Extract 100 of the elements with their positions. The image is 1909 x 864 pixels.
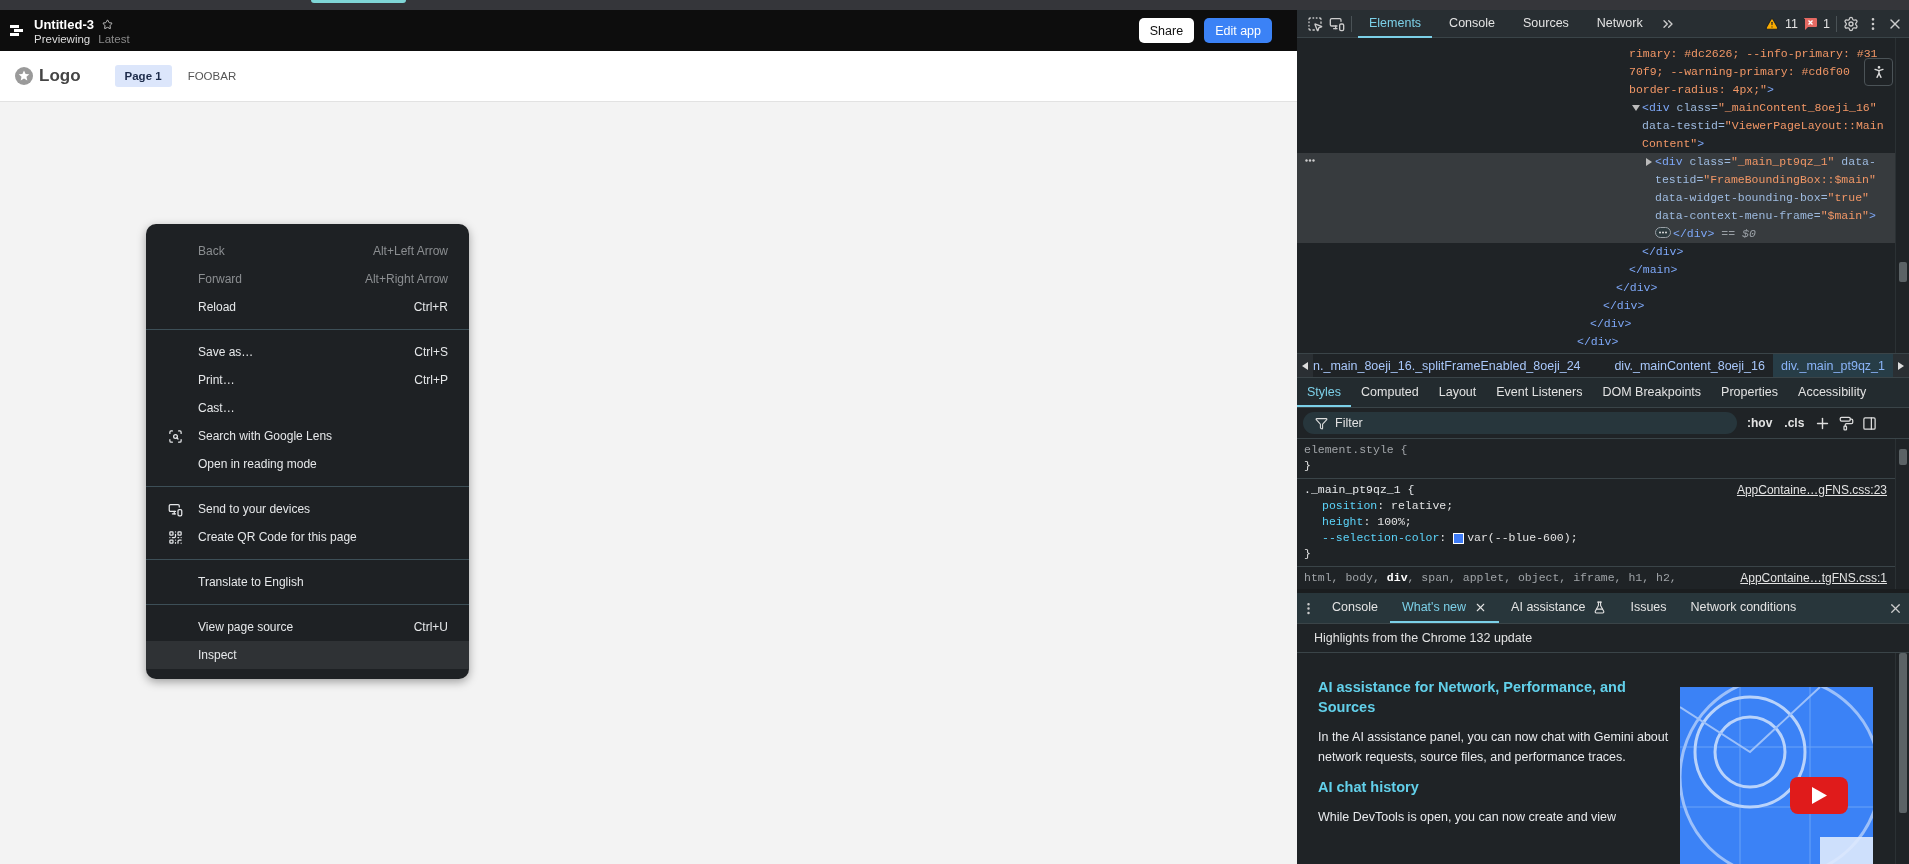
shortcut-text: Alt+Left Arrow [372,244,448,258]
css-brace: } [1304,458,1312,474]
filter-icon [1315,417,1328,430]
css-selector: ._main_pt9qz_1 { [1304,482,1416,498]
filter-field[interactable]: Filter [1303,412,1737,434]
breadcrumb[interactable]: n._main_8oeji_16._splitFrameEnabled_8oeji_24 [1313,354,1607,377]
menu-item[interactable]: Send to your devices [146,495,469,523]
page-tab[interactable]: Page 1 [114,65,172,87]
paint-roller-icon[interactable] [1839,415,1855,431]
qr-code-icon [168,529,183,545]
scrollbar[interactable] [1895,653,1909,864]
code-line: </main> [1629,262,1678,278]
menu-item[interactable]: Print… Ctrl+P [146,366,469,394]
css-selector: element.style { [1304,442,1409,458]
warning-icon [1765,16,1780,31]
shortcut-text: Ctrl+R [413,300,448,314]
triangle-down-icon[interactable] [1632,104,1640,112]
css-declaration: --selection-color: var(--blue-600); [1321,530,1579,546]
inspect-icon[interactable] [1307,15,1323,32]
triangle-left-icon [1302,361,1308,370]
paragraph: In the AI assistance panel, you can now chat with Gemini about network requests, source files, and performance traces. [1318,729,1670,766]
section-heading: AI chat history [1318,778,1420,797]
element-node-row[interactable]: rimary: #dc2626; --info-primary: #31 70f9; --warning-primary: #cd6f00 border-radius: 4px;"> [1297,45,1895,99]
code-line: data-testid="ViewerPageLayout::Main [1642,118,1884,134]
triangle-right-icon[interactable] [1645,158,1653,166]
drawer-tab[interactable]: Network conditions [1678,593,1809,623]
drawer-tab[interactable]: Console [1320,593,1390,623]
panel-tab[interactable]: Sources [1512,9,1580,38]
sidebar-tab[interactable]: Computed [1351,378,1429,407]
settings-icon[interactable] [1843,15,1859,32]
sidebar-toggle-icon[interactable] [1862,415,1878,431]
menu-item[interactable]: Search with Google Lens [146,422,469,450]
menu-item[interactable]: View page source Ctrl+U [146,613,469,641]
source-link[interactable]: AppContaine…tgFNS.css:1 [1740,570,1887,586]
shortcut-text: Ctrl+U [413,620,448,634]
sidebar-tab[interactable]: Styles [1297,378,1352,407]
css-declaration: position: relative; [1321,498,1455,514]
code-line: </div> [1616,280,1658,296]
app-status: Previewing [34,32,91,45]
scrollbar[interactable] [1895,38,1909,353]
device-toolbar-icon[interactable] [1329,15,1345,32]
scroll-right-button[interactable] [1893,354,1909,377]
toggle-button[interactable]: .cls [1782,416,1807,430]
menu-item[interactable]: Create QR Code for this page [146,523,469,551]
logo-text: Logo [39,66,81,86]
menu-item[interactable]: Reload Ctrl+R [146,293,469,321]
page-tab[interactable]: FOOBAR [177,65,247,87]
edit-button[interactable]: Edit app [1204,18,1272,43]
error-count: 1 [1823,16,1830,31]
devices-icon [168,501,183,517]
sidebar-tab[interactable]: Event Listeners [1486,378,1593,407]
toggle-button[interactable]: :hov [1745,416,1775,430]
share-button[interactable]: Share [1138,18,1195,43]
shortcut-text: Alt+Right Arrow [364,272,448,286]
element-node-row[interactable]: <div class="_main_pt9qz_1" data- testid="FrameBoundingBox::$main" data-widget-bounding-box="true" data-context-menu-frame="$main"> </div> == $0 [1297,153,1895,243]
menu-item[interactable]: Inspect [146,641,469,669]
sidebar-tab[interactable]: Layout [1428,378,1487,407]
css-selector: html, body, div, span, applet, object, iframe, h1, h2, [1304,570,1678,586]
lens-icon [168,428,183,444]
code-line: Content"> [1642,136,1705,152]
breadcrumb[interactable]: div._main_pt9qz_1 [1773,354,1893,377]
code-line: </div> [1590,316,1632,332]
section-heading: AI assistance for Network, Performance, and Sources [1318,678,1627,717]
code-line: rimary: #dc2626; --info-primary: #31 [1629,46,1878,62]
code-line: <div class="_main_pt9qz_1" data- [1655,153,1876,171]
flask-icon [1593,600,1607,614]
panel-tab[interactable]: Console [1438,9,1506,38]
paragraph: While DevTools is open, you can now create and view [1318,809,1618,826]
drawer-tab[interactable]: What's new [1389,593,1500,623]
sidebar-tab[interactable]: DOM Breakpoints [1592,378,1712,407]
code-line: <div class="_mainContent_8oeji_16" [1642,99,1877,117]
sidebar-tab[interactable]: Properties [1711,378,1789,407]
source-link[interactable]: AppContaine…gFNS.css:23 [1736,482,1887,498]
drawer-tab[interactable]: AI assistance [1499,593,1619,623]
accessibility-button[interactable] [1864,58,1893,86]
code-line: border-radius: 4px;"> [1629,82,1774,98]
scroll-left-button[interactable] [1297,354,1313,377]
scrollbar[interactable] [1895,439,1909,589]
sidebar-tab[interactable]: Accessibility [1788,378,1877,407]
panel-tab[interactable]: Network [1585,9,1654,38]
shortcut-text: Ctrl+S [414,345,448,359]
breadcrumb[interactable]: div._mainContent_8oeji_16 [1606,354,1773,377]
menu-item[interactable]: Open in reading mode [146,450,469,478]
menu-item[interactable]: Translate to English [146,568,469,596]
more-dots-icon[interactable] [1305,159,1315,162]
menu-item[interactable]: Cast… [146,394,469,422]
menu-item[interactable]: Save as… Ctrl+S [146,338,469,366]
code-line: data-widget-bounding-box="true" [1655,190,1869,206]
drawer-header: Highlights from the Chrome 132 update [1297,624,1909,653]
panel-tab[interactable]: Elements [1358,9,1433,38]
app-logo-icon [9,23,24,38]
code-line: 70f9; --warning-primary: #cd6f00 [1629,64,1850,80]
element-node-row[interactable]: <div class="_mainContent_8oeji_16" data-testid="ViewerPageLayout::Main Content"> [1297,99,1895,153]
color-swatch[interactable] [1453,532,1465,544]
drawer-tab[interactable]: Issues [1618,593,1679,623]
triangle-right-icon [1898,361,1904,370]
css-declaration: height: 100%; [1321,514,1413,530]
code-line: </div> [1603,298,1645,314]
star-icon[interactable] [101,18,113,30]
shortcut-text: Ctrl+P [414,373,448,387]
